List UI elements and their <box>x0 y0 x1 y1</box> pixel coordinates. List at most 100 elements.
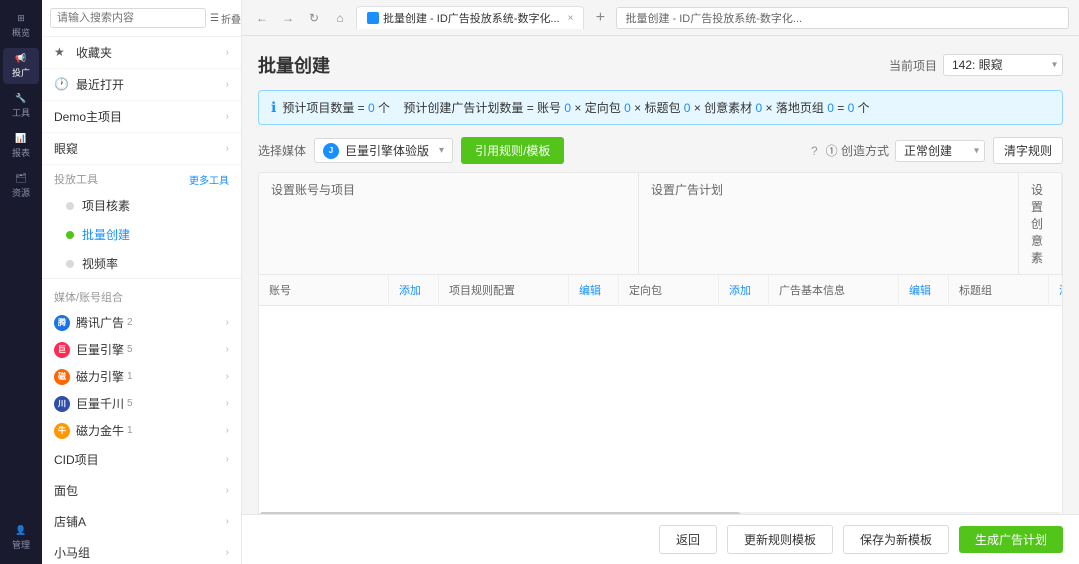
project-selector: 当前项目 142: 眼窥 <box>889 54 1063 76</box>
creation-mode-select-wrap[interactable]: 正常创建 <box>895 140 985 162</box>
arrow-bread: › <box>226 485 229 496</box>
update-template-button[interactable]: 更新规则模板 <box>727 525 833 554</box>
generate-button[interactable]: 生成广告计划 <box>959 526 1063 553</box>
cili-count: 1 <box>127 371 133 382</box>
tool-symbol: 🔧 <box>15 93 26 104</box>
horizontal-scrollbar[interactable] <box>259 512 1062 514</box>
qianchuan-logo: 川 <box>54 396 70 412</box>
sidebar-icon-ad[interactable]: 📢 投广 <box>3 48 39 84</box>
sidebar-icon-resource[interactable]: 🗂 资源 <box>3 168 39 204</box>
sidebar-icon-user[interactable]: 👤 管理 <box>3 520 39 556</box>
save-template-button[interactable]: 保存为新模板 <box>843 525 949 554</box>
page-body: 批量创建 当前项目 142: 眼窥 ℹ 预计项目数量 = 0 个 预计创建广告计… <box>242 36 1079 514</box>
th-label: 标题组 <box>949 275 1049 305</box>
section2-header: 设置广告计划 <box>639 173 1019 274</box>
juliang-label: 巨量引擎 <box>76 341 124 358</box>
main-content: ← → ↻ ⌂ 批量创建 - ID广告投放系统-数字化... × + 批量创建 … <box>242 0 1079 564</box>
report-label: 报表 <box>12 146 30 159</box>
th-edit2[interactable]: 编辑 <box>899 275 949 305</box>
tool-label: 工具 <box>12 106 30 119</box>
media-item-qianchuan[interactable]: 川 巨量千川 5 › <box>42 390 241 417</box>
arrow-shopA: › <box>226 516 229 527</box>
media-select-dropdown[interactable]: J 巨量引擎体验版 ▾ <box>314 138 453 163</box>
overview-label: 概览 <box>12 26 30 39</box>
cid-label: CID项目 <box>54 451 99 468</box>
media-select-logo: J <box>323 143 339 159</box>
tab-close-icon[interactable]: × <box>568 13 574 24</box>
naming-rule-button[interactable]: 清字规则 <box>993 137 1063 164</box>
nav-item-recent[interactable]: 🕐 最近打开 › <box>42 69 241 101</box>
tencent-logo: 腾 <box>54 315 70 331</box>
back-button-bottom[interactable]: 返回 <box>659 525 717 554</box>
more-tools-link[interactable]: 更多工具 <box>189 172 229 187</box>
th-targeting: 定向包 <box>619 275 719 305</box>
fold-button[interactable]: ☰ 折叠 <box>210 11 241 26</box>
back-button[interactable]: ← <box>252 8 272 28</box>
fold-label: 折叠 <box>221 11 241 26</box>
help-icon: ? <box>811 144 818 158</box>
project-count: 0 <box>368 101 375 115</box>
dot-icon-project <box>66 202 74 210</box>
page-title: 批量创建 <box>258 52 330 78</box>
bread-label: 面包 <box>54 482 78 499</box>
creation-mode: ① 创造方式 正常创建 <box>826 140 985 162</box>
nav-item-demo[interactable]: Demo主项目 › <box>42 101 241 133</box>
nav-panel: ☰ 折叠 ★ 收藏夹 › 🕐 最近打开 › Demo主项目 › 眼窥 › 投放工… <box>42 0 242 564</box>
tab-label: 批量创建 - ID广告投放系统-数字化... <box>383 10 560 26</box>
nav-item-horsegroup[interactable]: 小马组 › <box>42 537 241 564</box>
media-item-tencent[interactable]: 腾 腾讯广告 2 › <box>42 309 241 336</box>
arrow-jinnniu: › <box>226 425 229 436</box>
nav-sub-item-project[interactable]: 项目核素 <box>42 191 241 220</box>
overview-symbol: ⊞ <box>17 13 25 24</box>
media-section: 媒体/账号组合 腾 腾讯广告 2 › 巨 巨量引擎 5 › 磁 磁力引擎 1 ›… <box>42 278 241 444</box>
nav-item-current-project[interactable]: 眼窥 › <box>42 133 241 165</box>
th-add3[interactable]: 添加 <box>1049 275 1063 305</box>
refresh-button[interactable]: ↻ <box>304 8 324 28</box>
sidebar-icon-overview[interactable]: ⊞ 概览 <box>3 8 39 44</box>
section3-header: 设置创意素 <box>1019 173 1062 274</box>
juliang-count: 5 <box>127 344 133 355</box>
scrollbar-thumb[interactable] <box>259 512 741 514</box>
nav-item-bread[interactable]: 面包 › <box>42 475 241 506</box>
media-item-cili[interactable]: 磁 磁力引擎 1 › <box>42 363 241 390</box>
info-bar: ℹ 预计项目数量 = 0 个 预计创建广告计划数量 = 账号 0 × 定向包 0… <box>258 90 1063 125</box>
address-bar[interactable]: 批量创建 - ID广告投放系统-数字化... <box>616 7 1069 29</box>
browser-tab-main[interactable]: 批量创建 - ID广告投放系统-数字化... × <box>356 6 584 29</box>
media-item-juliang[interactable]: 巨 巨量引擎 5 › <box>42 336 241 363</box>
fold-icon: ☰ <box>210 13 219 24</box>
th-add2[interactable]: 添加 <box>719 275 769 305</box>
nav-sub-item-batch[interactable]: 批量创建 <box>42 220 241 249</box>
project-select[interactable]: 142: 眼窥 <box>943 54 1063 76</box>
arrow-icon-recent: › <box>226 79 229 90</box>
nav-item-shopA[interactable]: 店铺A › <box>42 506 241 537</box>
address-text: 批量创建 - ID广告投放系统-数字化... <box>625 10 802 26</box>
nav-sub-item-video[interactable]: 视频率 <box>42 249 241 278</box>
creation-mode-select[interactable]: 正常创建 <box>895 140 985 162</box>
table-section-header: 设置账号与项目 设置广告计划 设置创意素 <box>259 173 1062 275</box>
new-tab-button[interactable]: + <box>590 8 610 28</box>
user-symbol: 👤 <box>15 525 26 536</box>
tencent-count: 2 <box>127 317 133 328</box>
project-selector-label: 当前项目 <box>889 57 937 74</box>
arrow-juliang: › <box>226 344 229 355</box>
recent-label: 最近打开 <box>76 76 124 93</box>
qianchuan-count: 5 <box>127 398 133 409</box>
th-add1[interactable]: 添加 <box>389 275 439 305</box>
tab-favicon <box>367 12 379 24</box>
sidebar-icon-report[interactable]: 📊 报表 <box>3 128 39 164</box>
home-button[interactable]: ⌂ <box>330 8 350 28</box>
th-edit1[interactable]: 编辑 <box>569 275 619 305</box>
sidebar-icon-tool[interactable]: 🔧 工具 <box>3 88 39 124</box>
project-label: 项目核素 <box>82 197 130 214</box>
media-item-jinnniu[interactable]: 牛 磁力金牛 1 › <box>42 417 241 444</box>
browser-bar: ← → ↻ ⌂ 批量创建 - ID广告投放系统-数字化... × + 批量创建 … <box>242 0 1079 36</box>
toolbar: 选择媒体 J 巨量引擎体验版 ▾ 引用规则/模板 ? ① 创造方式 正常创建 清… <box>258 137 1063 164</box>
tool-section-header: 投放工具 更多工具 <box>42 165 241 191</box>
search-input[interactable] <box>50 8 206 28</box>
nav-item-cid[interactable]: CID项目 › <box>42 444 241 475</box>
media-select-arrow: ▾ <box>439 145 444 156</box>
project-selector-wrap[interactable]: 142: 眼窥 <box>943 54 1063 76</box>
nav-item-favorites[interactable]: ★ 收藏夹 › <box>42 37 241 69</box>
forward-button[interactable]: → <box>278 8 298 28</box>
template-button[interactable]: 引用规则/模板 <box>461 137 564 164</box>
